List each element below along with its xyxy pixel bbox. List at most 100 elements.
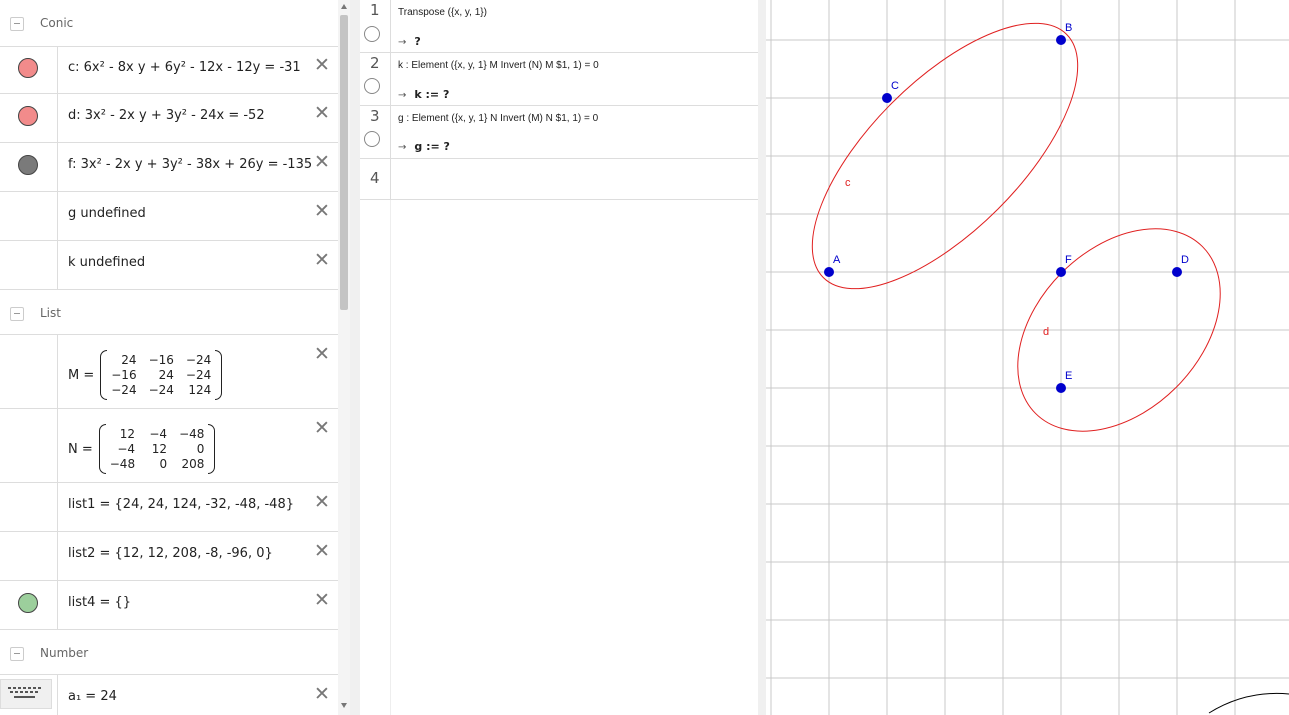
algebra-expression[interactable]: c: 6x² - 8x y + 6y² - 12x - 12y = -31 <box>68 60 301 75</box>
cas-output-value: k := ? <box>414 88 450 101</box>
delete-icon[interactable]: ✕ <box>314 56 330 75</box>
matrix-cell: −24 <box>185 368 212 382</box>
collapse-icon[interactable] <box>10 307 24 321</box>
algebra-item-list2[interactable]: list2 = {12, 12, 208, -8, -96, 0} ✕ <box>0 532 338 581</box>
scroll-down-icon[interactable] <box>341 703 347 708</box>
algebra-expression[interactable]: k undefined <box>68 255 145 270</box>
delete-icon[interactable]: ✕ <box>314 419 330 438</box>
view-divider[interactable] <box>350 0 360 715</box>
delete-icon[interactable]: ✕ <box>314 591 330 610</box>
cas-input[interactable]: g : Element ({x, y, 1} N Invert (M) N $1… <box>398 113 598 124</box>
scroll-up-icon[interactable] <box>341 4 347 9</box>
matrix-cell: −48 <box>109 457 136 471</box>
delete-icon[interactable]: ✕ <box>314 153 330 172</box>
delete-icon[interactable]: ✕ <box>314 202 330 221</box>
visibility-toggle-icon[interactable] <box>18 58 38 78</box>
delete-icon[interactable]: ✕ <box>314 104 330 123</box>
visibility-toggle-icon[interactable] <box>18 593 38 613</box>
delete-icon[interactable]: ✕ <box>314 542 330 561</box>
scrollbar-thumb[interactable] <box>340 15 348 310</box>
matrix-cell: −24 <box>185 353 212 367</box>
arrow-icon: → <box>398 142 407 153</box>
algebra-expression[interactable]: list4 = {} <box>68 595 131 610</box>
algebra-expression[interactable]: g undefined <box>68 206 146 221</box>
group-header-number[interactable]: Number <box>0 630 338 675</box>
cas-input[interactable]: Transpose ({x, y, 1}) <box>398 7 487 18</box>
cas-input[interactable]: k : Element ({x, y, 1} M Invert (N) M $1… <box>398 60 599 71</box>
algebra-expression[interactable]: list2 = {12, 12, 208, -8, -96, 0} <box>68 546 273 561</box>
cas-radio-icon[interactable] <box>364 78 380 94</box>
matrix-cell: 208 <box>181 457 205 471</box>
algebra-item-k[interactable]: k undefined ✕ <box>0 241 338 290</box>
delete-icon[interactable]: ✕ <box>314 685 330 704</box>
arrow-icon: → <box>398 90 407 101</box>
grid <box>766 0 1289 715</box>
conic-f[interactable] <box>1208 692 1289 714</box>
matrix-cell: −24 <box>111 383 137 397</box>
delete-icon[interactable]: ✕ <box>314 251 330 270</box>
point-label-c: C <box>891 80 899 92</box>
visibility-toggle-icon[interactable] <box>18 155 38 175</box>
cas-row-number: 2 <box>370 54 380 72</box>
matrix-cell: 12 <box>119 427 136 441</box>
cas-output: → g := ? <box>398 140 450 153</box>
group-header-list[interactable]: List <box>0 290 338 335</box>
visibility-toggle-icon[interactable] <box>18 106 38 126</box>
group-header-conic[interactable]: Conic <box>0 0 338 47</box>
algebra-expression[interactable]: list1 = {24, 24, 124, -32, -48, -48} <box>68 497 294 512</box>
curve-label-c: c <box>845 177 851 189</box>
arrow-icon: → <box>398 37 407 48</box>
algebra-item-matrix-n[interactable]: N = 12 −4 −48 −4 12 0 −48 0 208 ✕ <box>0 409 338 483</box>
matrix-cell: −16 <box>148 353 174 367</box>
view-divider[interactable] <box>758 0 766 715</box>
point-c[interactable] <box>882 93 892 103</box>
matrix-n[interactable]: N = 12 −4 −48 −4 12 0 −48 0 208 <box>68 424 216 474</box>
cas-row-1[interactable]: 1 Transpose ({x, y, 1}) →? <box>360 0 758 53</box>
algebra-item-matrix-m[interactable]: M = 24 −16 −24 −16 24 −24 −24 −24 124 ✕ <box>0 335 338 409</box>
matrix-label: M = <box>68 367 95 383</box>
delete-icon[interactable]: ✕ <box>314 345 330 364</box>
matrix-cell: 12 <box>151 442 168 456</box>
cas-row-number: 3 <box>370 107 380 125</box>
matrix-label: N = <box>68 441 93 457</box>
graphics-view[interactable]: c d A B C D E F <box>766 0 1289 715</box>
cas-row-number: 4 <box>370 169 380 187</box>
point-a[interactable] <box>824 267 834 277</box>
algebra-item-list4[interactable]: list4 = {} ✕ <box>0 581 338 630</box>
matrix-cell: 24 <box>121 353 137 367</box>
cas-radio-icon[interactable] <box>364 131 380 147</box>
algebra-item-f[interactable]: f: 3x² - 2x y + 3y² - 38x + 26y = -135 ✕ <box>0 143 338 192</box>
point-d[interactable] <box>1172 267 1182 277</box>
matrix-m[interactable]: M = 24 −16 −24 −16 24 −24 −24 −24 124 <box>68 350 223 400</box>
matrix-cell: −4 <box>149 427 168 441</box>
point-label-a: A <box>833 254 841 266</box>
algebra-expression[interactable]: d: 3x² - 2x y + 3y² - 24x = -52 <box>68 108 265 123</box>
keyboard-icon <box>8 687 42 700</box>
group-title: Number <box>40 646 89 660</box>
matrix-cell: 0 <box>196 442 205 456</box>
graphics-canvas[interactable]: c d A B C D E F <box>766 0 1289 715</box>
collapse-icon[interactable] <box>10 17 24 31</box>
matrix-cell: −4 <box>117 442 136 456</box>
keyboard-toggle-button[interactable] <box>0 679 52 709</box>
algebra-item-list1[interactable]: list1 = {24, 24, 124, -32, -48, -48} ✕ <box>0 483 338 532</box>
point-f[interactable] <box>1056 267 1066 277</box>
cas-output-value: g := ? <box>414 140 450 153</box>
point-b[interactable] <box>1056 35 1066 45</box>
algebra-expression[interactable]: a₁ = 24 <box>68 689 117 704</box>
algebra-scrollbar[interactable] <box>338 0 350 715</box>
point-e[interactable] <box>1056 383 1066 393</box>
cas-row-4[interactable]: 4 <box>360 159 758 200</box>
algebra-item-d[interactable]: d: 3x² - 2x y + 3y² - 24x = -52 ✕ <box>0 94 338 143</box>
algebra-item-g[interactable]: g undefined ✕ <box>0 192 338 241</box>
cas-row-2[interactable]: 2 k : Element ({x, y, 1} M Invert (N) M … <box>360 53 758 106</box>
cas-output: → k := ? <box>398 88 449 101</box>
algebra-item-c[interactable]: c: 6x² - 8x y + 6y² - 12x - 12y = -31 ✕ <box>0 47 338 94</box>
algebra-expression[interactable]: f: 3x² - 2x y + 3y² - 38x + 26y = -135 <box>68 157 312 172</box>
cas-radio-icon[interactable] <box>364 26 380 42</box>
algebra-view: Conic c: 6x² - 8x y + 6y² - 12x - 12y = … <box>0 0 338 715</box>
delete-icon[interactable]: ✕ <box>314 493 330 512</box>
collapse-icon[interactable] <box>10 647 24 661</box>
curve-label-d: d <box>1043 326 1049 338</box>
cas-row-3[interactable]: 3 g : Element ({x, y, 1} N Invert (M) N … <box>360 106 758 159</box>
